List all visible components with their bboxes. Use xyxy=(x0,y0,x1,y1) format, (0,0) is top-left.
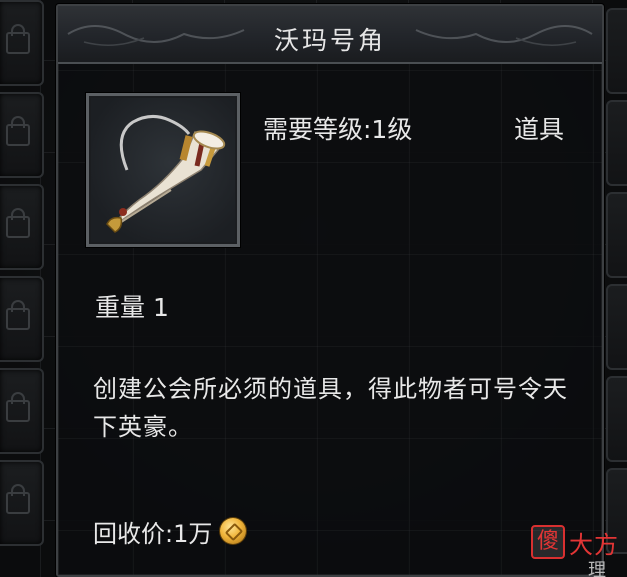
recycle-price: 回收价:1万 xyxy=(93,519,213,548)
inventory-slot[interactable] xyxy=(606,100,627,186)
item-type: 道具 xyxy=(514,115,565,144)
watermark-logo: 傻 大方 xyxy=(531,524,627,560)
locked-slot xyxy=(0,92,44,178)
gold-coin-icon xyxy=(220,518,247,544)
item-name: 沃玛号角 xyxy=(273,26,386,55)
watermark-text: 大方 xyxy=(569,530,619,559)
item-weight: 重量 1 xyxy=(95,293,169,322)
locked-slot xyxy=(0,368,44,454)
level-requirement: 需要等级:1级 xyxy=(263,115,413,144)
lock-icon xyxy=(6,484,30,514)
lock-icon xyxy=(6,24,30,54)
lock-icon xyxy=(6,208,30,238)
watermark-badge: 傻 xyxy=(531,525,565,559)
locked-slot xyxy=(0,276,44,362)
lock-icon xyxy=(6,116,30,146)
inventory-slot[interactable] xyxy=(606,284,627,370)
tooltip-title-bar: 沃玛号角 xyxy=(58,6,602,64)
inventory-slot[interactable] xyxy=(606,376,627,462)
horn-icon xyxy=(106,115,226,233)
locked-slot xyxy=(0,460,44,546)
inventory-slot[interactable] xyxy=(606,192,627,278)
lock-icon xyxy=(6,392,30,422)
lock-icon xyxy=(6,300,30,330)
game-ui-screen: 沃玛号角 需要等级:1级 道具 重量 1 创建公会所必须的道具，得此物者可号令天… xyxy=(0,0,627,577)
left-locked-slots xyxy=(0,0,44,577)
recycle-price-row: 回收价:1万 xyxy=(93,514,247,548)
item-icon-frame xyxy=(86,93,240,247)
item-tooltip: 沃玛号角 需要等级:1级 道具 重量 1 创建公会所必须的道具，得此物者可号令天… xyxy=(56,4,604,577)
locked-slot xyxy=(0,0,44,86)
item-description: 创建公会所必须的道具，得此物者可号令天下英豪。 xyxy=(93,375,568,441)
locked-slot xyxy=(0,184,44,270)
corner-text-fragment: 理 xyxy=(588,560,606,577)
inventory-slot[interactable] xyxy=(606,8,627,94)
